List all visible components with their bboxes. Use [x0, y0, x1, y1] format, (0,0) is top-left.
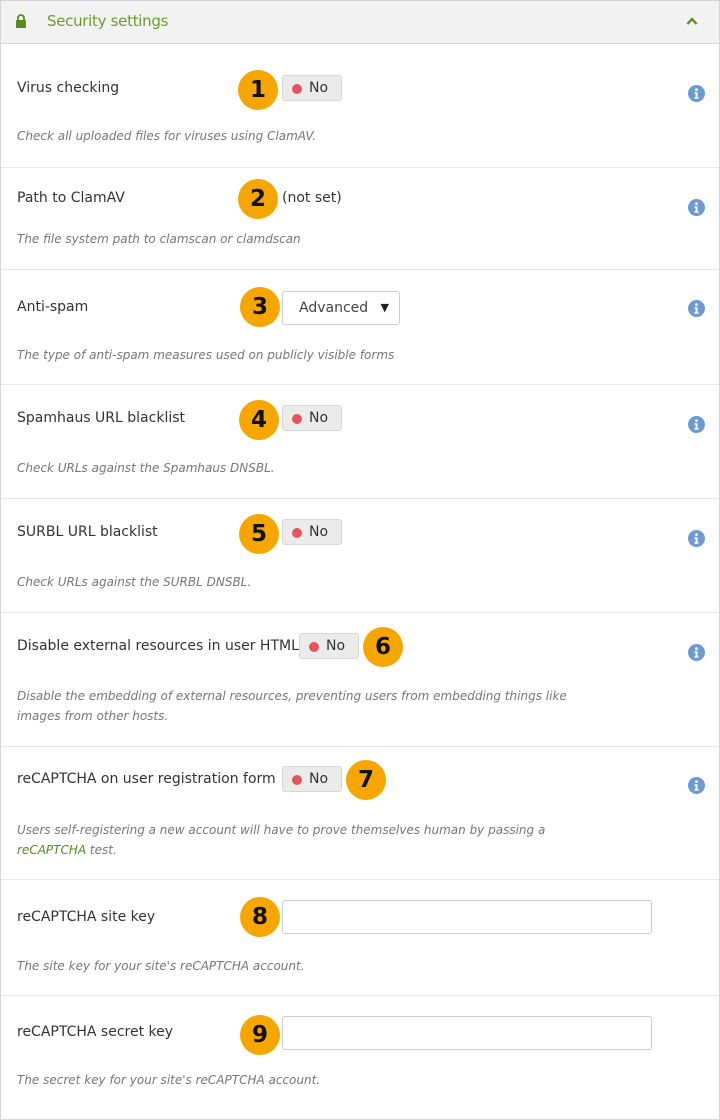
surbl-switch[interactable]: No — [282, 519, 342, 545]
setting-label: Disable external resources in user HTML — [17, 638, 299, 654]
info-icon[interactable] — [688, 530, 705, 547]
setting-row-recaptcha-registration: reCAPTCHA on user registration form No 7… — [1, 747, 719, 880]
disable-external-resources-switch[interactable]: No — [299, 633, 359, 659]
setting-description: Users self-registering a new account wil… — [17, 820, 577, 860]
callout-badge: 7 — [346, 760, 386, 800]
setting-row-spamhaus: Spamhaus URL blacklist 4 No Check URLs a… — [1, 385, 719, 499]
callout-badge: 8 — [240, 897, 280, 937]
switch-state: No — [326, 638, 346, 654]
setting-description: Check URLs against the Spamhaus DNSBL. — [17, 461, 275, 475]
setting-row-anti-spam: Anti-spam 3 Advanced ▼ The type of anti-… — [1, 270, 719, 385]
setting-description: The secret key for your site's reCAPTCHA… — [17, 1073, 321, 1087]
info-icon[interactable] — [688, 85, 705, 102]
callout-badge: 1 — [238, 70, 278, 110]
setting-row-recaptcha-site-key: reCAPTCHA site key 8 The site key for yo… — [1, 880, 719, 996]
recaptcha-site-key-input[interactable] — [282, 900, 652, 934]
info-icon[interactable] — [688, 416, 705, 433]
setting-row-surbl: SURBL URL blacklist 5 No Check URLs agai… — [1, 499, 719, 613]
switch-state: No — [309, 771, 329, 787]
setting-label: reCAPTCHA site key — [17, 909, 156, 925]
clamav-path-value: (not set) — [282, 190, 342, 206]
setting-description: The type of anti-spam measures used on p… — [17, 348, 395, 362]
off-indicator-icon — [292, 84, 302, 94]
setting-label: Path to ClamAV — [17, 190, 125, 206]
callout-badge: 6 — [363, 627, 403, 667]
setting-label: SURBL URL blacklist — [17, 524, 158, 540]
setting-row-recaptcha-secret-key: reCAPTCHA secret key 9 The secret key fo… — [1, 996, 719, 1118]
panel-title: Security settings — [47, 12, 169, 30]
switch-state: No — [309, 80, 329, 96]
info-icon[interactable] — [688, 777, 705, 794]
callout-badge: 4 — [239, 400, 279, 440]
info-icon[interactable] — [688, 644, 705, 661]
recaptcha-registration-switch[interactable]: No — [282, 766, 342, 792]
anti-spam-select[interactable]: Advanced ▼ — [282, 291, 400, 325]
dropdown-arrow-icon: ▼ — [380, 301, 389, 314]
recaptcha-secret-key-input[interactable] — [282, 1016, 652, 1050]
setting-label: reCAPTCHA on user registration form — [17, 771, 276, 787]
off-indicator-icon — [292, 528, 302, 538]
description-text: Users self-registering a new account wil… — [17, 823, 546, 837]
setting-description: The site key for your site's reCAPTCHA a… — [17, 959, 305, 973]
setting-label: Virus checking — [17, 80, 120, 96]
setting-label: Spamhaus URL blacklist — [17, 410, 186, 426]
switch-state: No — [309, 410, 329, 426]
setting-description: Disable the embedding of external resour… — [17, 689, 567, 723]
description-text: test. — [86, 843, 117, 857]
spamhaus-switch[interactable]: No — [282, 405, 342, 431]
setting-label: Anti-spam — [17, 299, 89, 315]
setting-description: Check URLs against the SURBL DNSBL. — [17, 575, 252, 589]
callout-badge: 3 — [240, 287, 280, 327]
panel-header[interactable]: Security settings — [1, 1, 719, 44]
off-indicator-icon — [292, 775, 302, 785]
callout-badge: 9 — [240, 1015, 280, 1055]
setting-row-disable-external-resources: Disable external resources in user HTML … — [1, 613, 719, 747]
setting-description: Check all uploaded files for viruses usi… — [17, 129, 317, 143]
off-indicator-icon — [292, 414, 302, 424]
setting-label: reCAPTCHA secret key — [17, 1024, 174, 1040]
switch-state: No — [309, 524, 329, 540]
recaptcha-link[interactable]: reCAPTCHA — [17, 843, 86, 857]
setting-row-path-to-clamav: Path to ClamAV 2 (not set) The file syst… — [1, 168, 719, 270]
callout-badge: 2 — [238, 179, 278, 219]
info-icon[interactable] — [688, 199, 705, 216]
security-settings-panel: Security settings Virus checking 1 No Ch… — [0, 0, 720, 1120]
lock-icon — [16, 14, 26, 28]
off-indicator-icon — [309, 642, 319, 652]
chevron-up-icon[interactable] — [686, 16, 698, 26]
select-value: Advanced — [299, 300, 369, 316]
setting-description: The file system path to clamscan or clam… — [17, 232, 301, 246]
setting-row-virus-checking: Virus checking 1 No Check all uploaded f… — [1, 44, 719, 168]
info-icon[interactable] — [688, 300, 705, 317]
callout-badge: 5 — [239, 514, 279, 554]
virus-checking-switch[interactable]: No — [282, 75, 342, 101]
